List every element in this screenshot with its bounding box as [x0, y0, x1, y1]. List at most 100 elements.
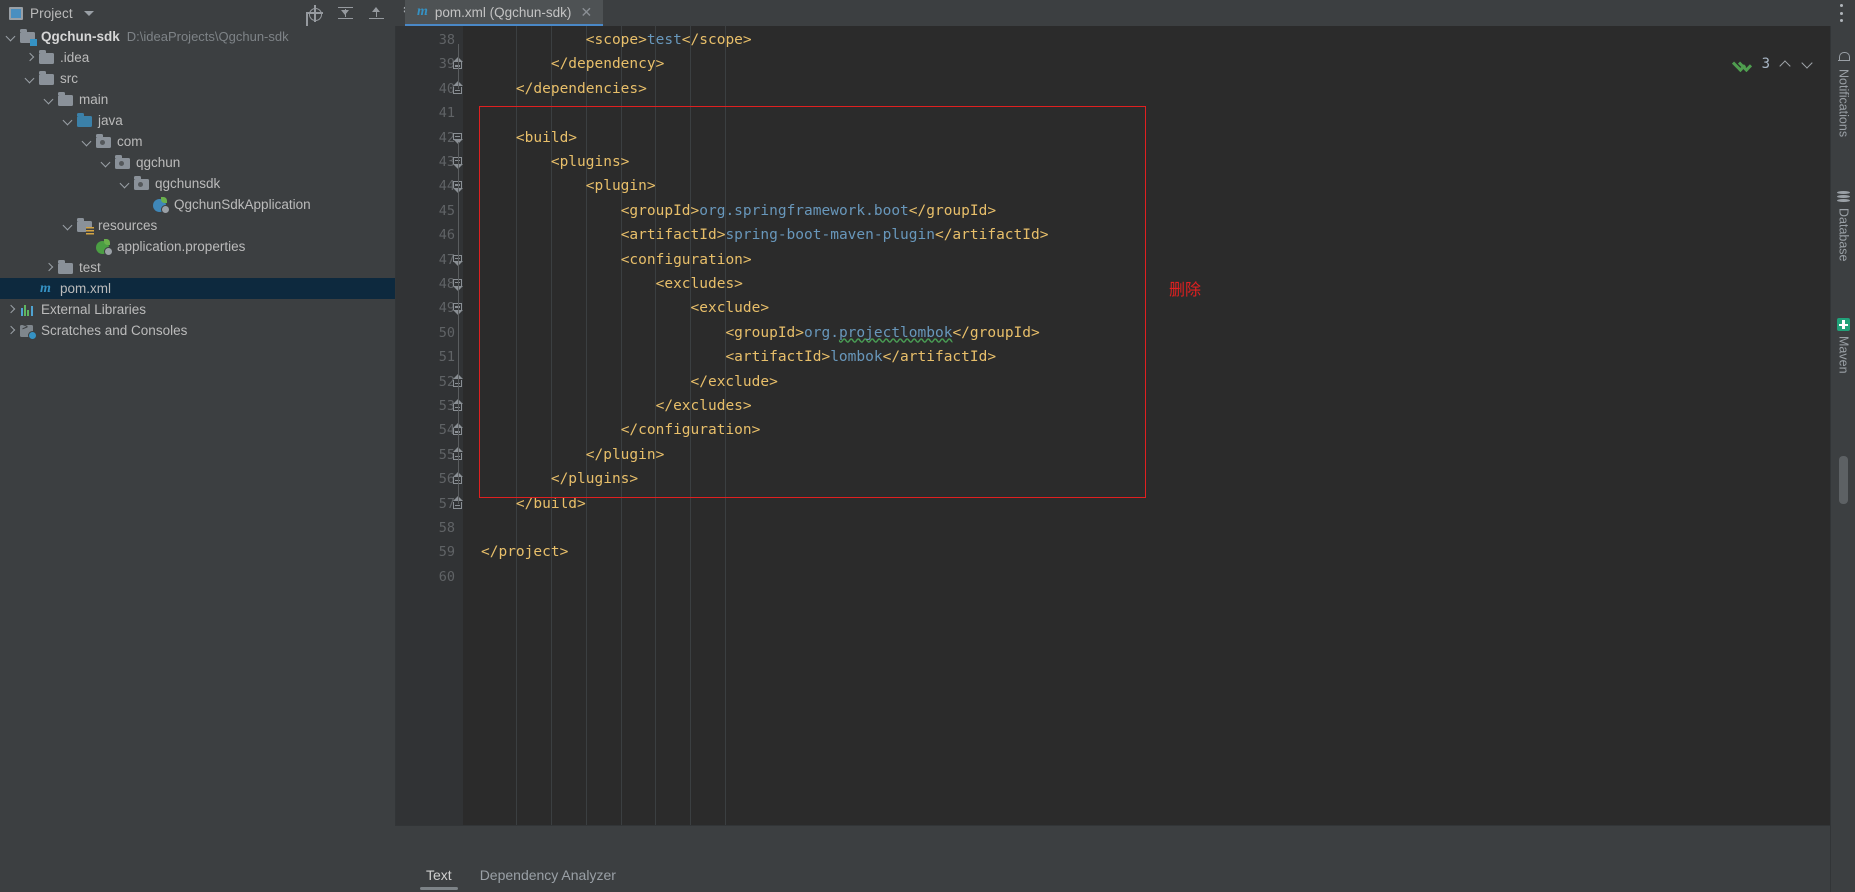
code-line[interactable]: </dependencies> — [481, 77, 647, 101]
sidebar-item-database[interactable]: Database — [1831, 176, 1855, 276]
tree-row[interactable]: Qgchun-sdk D:\ideaProjects\Qgchun-sdk — [0, 26, 396, 47]
inspection-widget[interactable]: 3 — [1735, 56, 1814, 72]
tree-chevron-down-icon[interactable] — [81, 136, 93, 148]
chevron-up-icon[interactable] — [1779, 58, 1792, 71]
tree-row[interactable]: qgchun — [0, 152, 396, 173]
tree-chevron-right-icon[interactable] — [5, 304, 17, 316]
tree-chevron-right-icon[interactable] — [5, 325, 17, 337]
tree-chevron-down-icon[interactable] — [100, 157, 112, 169]
kebab-menu-icon[interactable] — [1839, 4, 1843, 22]
tree-row[interactable]: com — [0, 131, 396, 152]
xml-tag: </excludes> — [655, 398, 752, 414]
tree-chevron-down-icon[interactable] — [62, 220, 74, 232]
tree-chevron-right-icon[interactable] — [24, 52, 36, 64]
bottom-tab-text[interactable]: Text — [412, 858, 466, 892]
tree-chevron-right-icon[interactable] — [43, 262, 55, 274]
tree-row[interactable]: test — [0, 257, 396, 278]
sidebar-item-maven[interactable]: Maven — [1831, 301, 1855, 391]
editor-scrollbar-thumb[interactable] — [1839, 456, 1848, 504]
locate-icon[interactable] — [306, 4, 323, 22]
chevron-down-icon[interactable] — [1801, 58, 1814, 71]
tree-row-label: QgchunSdkApplication — [174, 197, 311, 212]
tree-row[interactable]: application.properties — [0, 236, 396, 257]
code-line[interactable]: <scope>test</scope> — [481, 28, 752, 52]
code-line[interactable]: </build> — [481, 492, 586, 516]
code-line[interactable]: <build> — [481, 126, 577, 150]
tree-row[interactable]: qgchunsdk — [0, 173, 396, 194]
inspection-count: 3 — [1761, 56, 1770, 72]
tree-chevron-down-icon[interactable] — [5, 31, 17, 43]
code-line[interactable]: </configuration> — [481, 418, 761, 442]
code-line[interactable]: </exclude> — [481, 370, 778, 394]
code-line[interactable]: <artifactId>lombok</artifactId> — [481, 345, 996, 369]
xml-tag: <build> — [515, 129, 578, 146]
tree-row[interactable]: External Libraries — [0, 299, 396, 320]
code-line[interactable]: </plugin> — [481, 443, 665, 467]
code-line[interactable]: </plugins> — [481, 467, 638, 491]
chevron-down-icon[interactable] — [83, 10, 94, 16]
tree-row[interactable]: src — [0, 68, 396, 89]
left-panel-footer — [0, 826, 396, 892]
tree-row[interactable]: QgchunSdkApplication — [0, 194, 396, 215]
bottom-tab-dependency-analyzer[interactable]: Dependency Analyzer — [466, 858, 630, 892]
tree-row[interactable]: resources — [0, 215, 396, 236]
libraries-icon — [20, 302, 36, 318]
tree-chevron-down-icon[interactable] — [62, 115, 74, 127]
red-annotation-text: 删除 — [1169, 279, 1202, 299]
tree-chevron-down-icon[interactable] — [43, 94, 55, 106]
xml-tag: <excludes> — [655, 276, 743, 292]
xml-tag: </groupId> — [908, 202, 997, 219]
code-line[interactable]: </dependency> — [481, 52, 665, 76]
tree-row[interactable]: Scratches and Consoles — [0, 320, 396, 341]
code-line[interactable]: </project> — [481, 540, 568, 564]
code-line[interactable]: <excludes> — [481, 272, 743, 296]
editor-bottom-tabs[interactable]: Text Dependency Analyzer — [396, 852, 630, 892]
editor-tab-strip: m pom.xml (Qgchun-sdk) ✕ — [405, 0, 604, 26]
spring-properties-icon — [96, 238, 113, 256]
expand-all-icon[interactable] — [368, 5, 385, 22]
code-line[interactable]: </excludes> — [481, 394, 752, 418]
project-tree[interactable]: Qgchun-sdk D:\ideaProjects\Qgchun-sdk .ide… — [0, 26, 396, 892]
line-number: 45 — [438, 202, 455, 219]
tree-row-label: java — [98, 113, 123, 128]
line-number: 50 — [438, 324, 455, 341]
xml-tag: </dependencies> — [515, 80, 647, 97]
tree-row[interactable]: m pom.xml — [0, 278, 396, 299]
tree-row-label: com — [117, 134, 143, 149]
xml-tag: <configuration> — [620, 251, 752, 268]
tree-chevron-down-icon[interactable] — [24, 73, 36, 85]
line-number: 59 — [438, 544, 455, 561]
sidebar-item-notifications[interactable]: Notifications — [1831, 34, 1855, 154]
code-editor[interactable]: 38 39 40 41 42 43 44 45 46 47 48 49 50 51 52 53 54 55 56 57… — [396, 26, 1830, 826]
code-line[interactable]: <exclude> — [481, 296, 770, 320]
tree-row[interactable]: .idea — [0, 47, 396, 68]
code-line[interactable]: <groupId>org.projectlombok</groupId> — [481, 321, 1040, 345]
xml-tag: </project> — [481, 544, 569, 561]
code-line[interactable]: <plugin> — [481, 174, 656, 198]
xml-tag: <exclude> — [690, 300, 770, 317]
folder-icon — [39, 71, 55, 87]
editor-tab-label: pom.xml (Qgchun-sdk) — [434, 4, 572, 20]
tree-chevron-down-icon[interactable] — [119, 178, 131, 190]
close-icon[interactable]: ✕ — [578, 5, 594, 19]
editor-gutter[interactable]: 38 39 40 41 42 43 44 45 46 47 48 49 50 51 52 53 54 55 56 57… — [396, 26, 463, 826]
code-line[interactable]: <groupId>org.springframework.boot</group… — [481, 199, 996, 223]
package-icon — [134, 176, 150, 192]
tree-row-label: qgchun — [136, 155, 181, 170]
editor-tab-pom-xml[interactable]: m pom.xml (Qgchun-sdk) ✕ — [405, 0, 604, 26]
xml-tag: </groupId> — [952, 324, 1040, 341]
xml-tag: </artifactId> — [882, 349, 997, 366]
tree-row[interactable]: java — [0, 110, 396, 131]
code-line[interactable]: <configuration> — [481, 248, 752, 272]
code-content[interactable]: <scope>test</scope> </dependency> </depe… — [463, 26, 1830, 826]
collapse-all-icon[interactable] — [337, 5, 354, 22]
tree-row[interactable]: main — [0, 89, 396, 110]
xml-tag: </plugins> — [550, 471, 639, 488]
code-line[interactable]: <artifactId>spring-boot-maven-plugin</ar… — [481, 223, 1049, 247]
line-number: 41 — [438, 105, 455, 122]
code-line[interactable]: <plugins> — [481, 150, 630, 174]
